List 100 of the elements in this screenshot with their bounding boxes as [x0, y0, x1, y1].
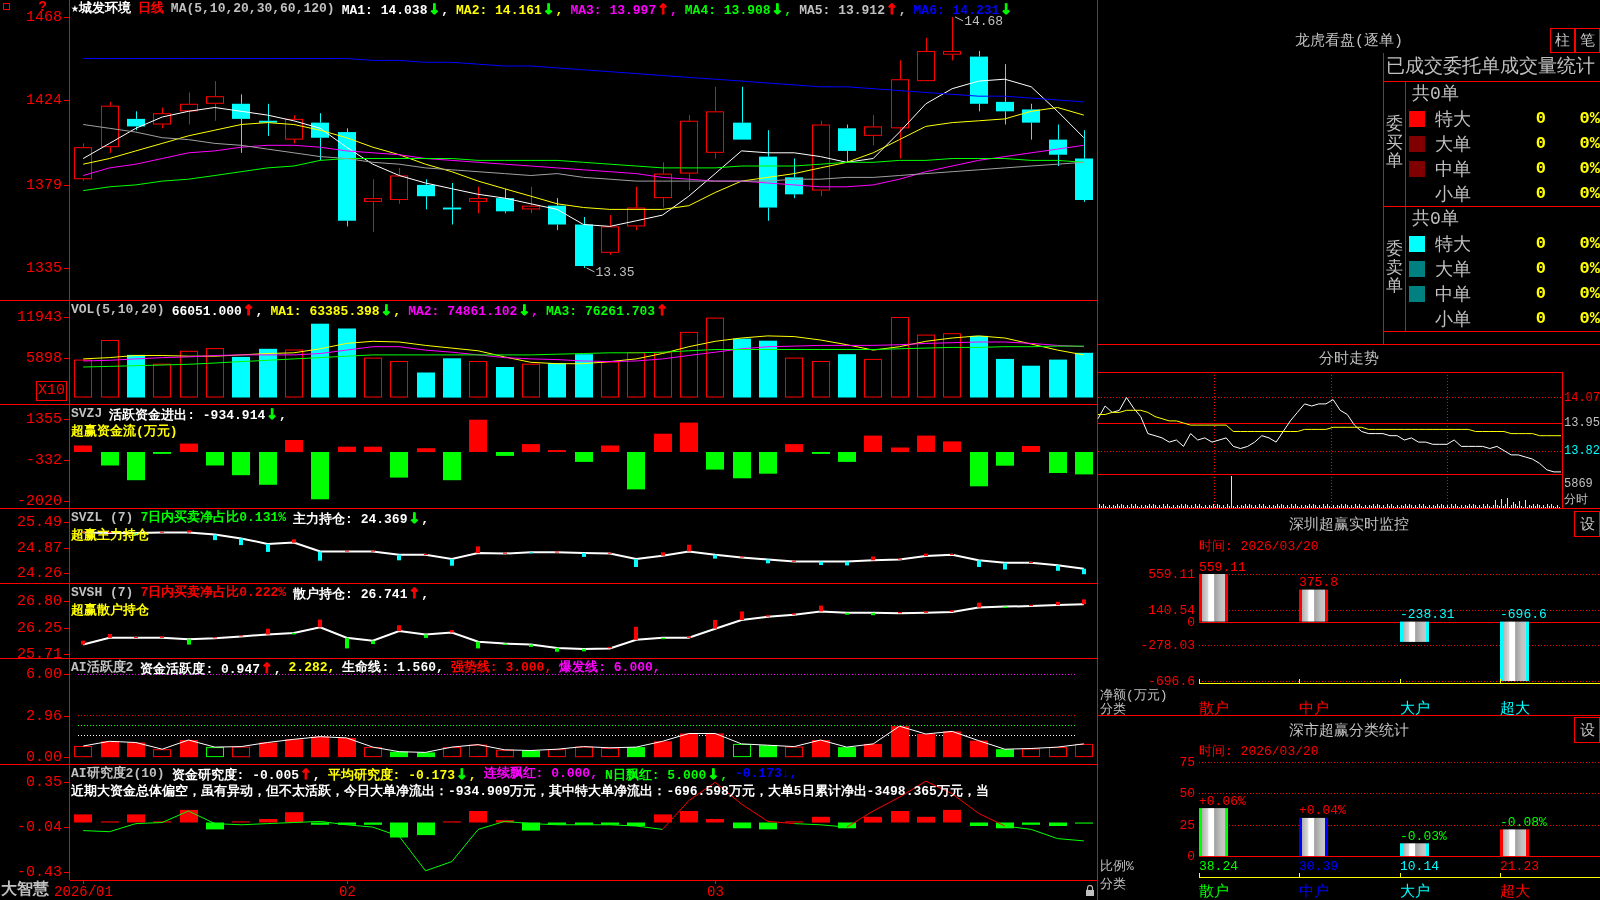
high-price-callout: 14.68 — [954, 14, 1004, 30]
candle — [864, 114, 882, 146]
candle — [74, 142, 92, 182]
candle — [390, 167, 408, 205]
order-size-label: 小单 — [1435, 308, 1472, 331]
axis-label: 2.96 — [26, 708, 62, 725]
axis-label: -696.6 — [1148, 674, 1195, 689]
order-share: 0% — [1578, 159, 1600, 178]
value-label: 375.8 — [1299, 575, 1338, 591]
axis-label: 11943 — [17, 309, 62, 326]
axis-title: 比例% — [1100, 858, 1134, 874]
category-label: 超大 — [1500, 700, 1530, 718]
axis-label: 分时 — [1564, 493, 1588, 507]
indicator-text: MA3: 13.997↑, — [570, 1, 678, 19]
category-label: 中户 — [1299, 883, 1329, 900]
candle — [1022, 103, 1040, 141]
order-count: 0 — [1535, 234, 1546, 253]
candle — [153, 107, 171, 129]
indicator-text: MA1: 14.038↓, — [341, 1, 450, 19]
axis-label: -278.03 — [1140, 638, 1195, 653]
candle — [496, 188, 514, 214]
axis-label: 13.95 — [1564, 416, 1600, 430]
indicator-text: MA2: 14.161↓, — [456, 1, 564, 19]
indicator-text: 资金活跃度: 0.947↑, — [140, 660, 282, 678]
axis-label: 75 — [1179, 755, 1195, 770]
order-share: 0% — [1578, 309, 1600, 328]
axis-label: 1379 — [26, 177, 62, 194]
time-label: 时间: 2026/03/20 — [1199, 744, 1319, 759]
order-share: 0% — [1578, 109, 1600, 128]
unit-label: X10 — [36, 381, 67, 401]
side-label: 委买单 — [1386, 115, 1403, 173]
candle — [601, 214, 619, 256]
axis-title: 分类 — [1100, 701, 1126, 717]
view-toggle-button[interactable]: 笔 — [1575, 28, 1600, 53]
indicator-text: VOL(5,10,20) — [71, 302, 165, 318]
indicator-text: SVZJ — [71, 406, 103, 422]
value-label: 559.11 — [1199, 559, 1246, 575]
candle — [654, 161, 672, 209]
value-label: -696.6 — [1500, 607, 1547, 623]
axis-label: 26.80 — [17, 593, 62, 610]
change-label: -0.03% — [1400, 828, 1447, 844]
change-label: +0.04% — [1299, 803, 1346, 819]
candle — [838, 124, 856, 163]
indicator-text: MA3: 76261.703↑ — [545, 302, 669, 320]
date-label: 2026/01 — [54, 884, 113, 900]
category-label: 散户 — [1199, 883, 1229, 900]
candle — [443, 182, 461, 226]
candle — [917, 37, 935, 82]
candle — [785, 158, 803, 199]
indicator-text: MA1: 63385.398↓, — [270, 302, 402, 320]
indicator-text: 活跃资金进出: -934.914↓, — [109, 406, 287, 423]
time-label: 时间: 2026/03/20 — [1199, 539, 1319, 554]
indicator-text: SVSH (7) — [71, 585, 134, 601]
indicator-text: ★城发环境 — [71, 1, 131, 17]
candle — [548, 197, 566, 231]
low-price-callout: 13.35 — [586, 265, 635, 281]
candle — [970, 50, 988, 112]
order-share: 0% — [1578, 184, 1600, 203]
candle — [259, 103, 277, 137]
candle — [127, 110, 145, 131]
indicator-text: N日飘红: 5.000↓, — [604, 766, 728, 783]
axis-label: 5869 — [1564, 477, 1593, 491]
candle — [311, 112, 329, 161]
order-size-label: 小单 — [1435, 183, 1472, 206]
indicator-text: 66051.000↑, — [171, 302, 264, 320]
order-count: 0 — [1535, 184, 1546, 203]
section-title: 深圳超赢实时监控 — [1289, 515, 1409, 534]
order-count: 0 — [1535, 134, 1546, 153]
order-count: 0 — [1535, 284, 1546, 303]
axis-label: -0.04 — [17, 819, 62, 836]
indicator-text: 2.282, — [288, 660, 336, 676]
axis-title: 分类 — [1100, 876, 1126, 892]
indicator-text: 连续飘红: 0.000, — [483, 766, 598, 782]
square-icon — [3, 3, 10, 10]
settings-button[interactable]: 设 — [1574, 511, 1600, 537]
candle — [522, 186, 540, 214]
date-label: 02 — [339, 884, 356, 900]
settings-button[interactable]: 设 — [1574, 717, 1600, 743]
axis-label: 140.54 — [1148, 603, 1195, 618]
order-total: 共0单 — [1411, 83, 1460, 106]
section-title: 分时走势 — [1319, 349, 1379, 368]
candle — [996, 63, 1014, 126]
order-share: 0% — [1578, 259, 1600, 278]
category-label: 散户 — [1199, 700, 1229, 718]
indicator-text: SVZL (7) — [71, 510, 134, 526]
order-size-label: 特大 — [1435, 233, 1472, 256]
indicator-text: 生命线: 1.560, — [342, 660, 444, 676]
axis-label: 26.25 — [17, 620, 62, 637]
axis-label: 25.71 — [17, 646, 62, 663]
order-count: 0 — [1535, 159, 1546, 178]
axis-label: 559.11 — [1148, 567, 1195, 582]
axis-label: 0.00 — [26, 749, 62, 766]
axis-label: 0.35 — [26, 774, 62, 791]
order-size-label: 大单 — [1435, 133, 1472, 156]
candle — [101, 101, 119, 154]
annotation: 13.35 — [595, 265, 635, 281]
order-count: 0 — [1535, 259, 1546, 278]
value-label: 10.14 — [1400, 858, 1439, 874]
view-toggle-button[interactable]: 柱 — [1550, 28, 1575, 53]
axis-label: -332 — [26, 452, 62, 469]
